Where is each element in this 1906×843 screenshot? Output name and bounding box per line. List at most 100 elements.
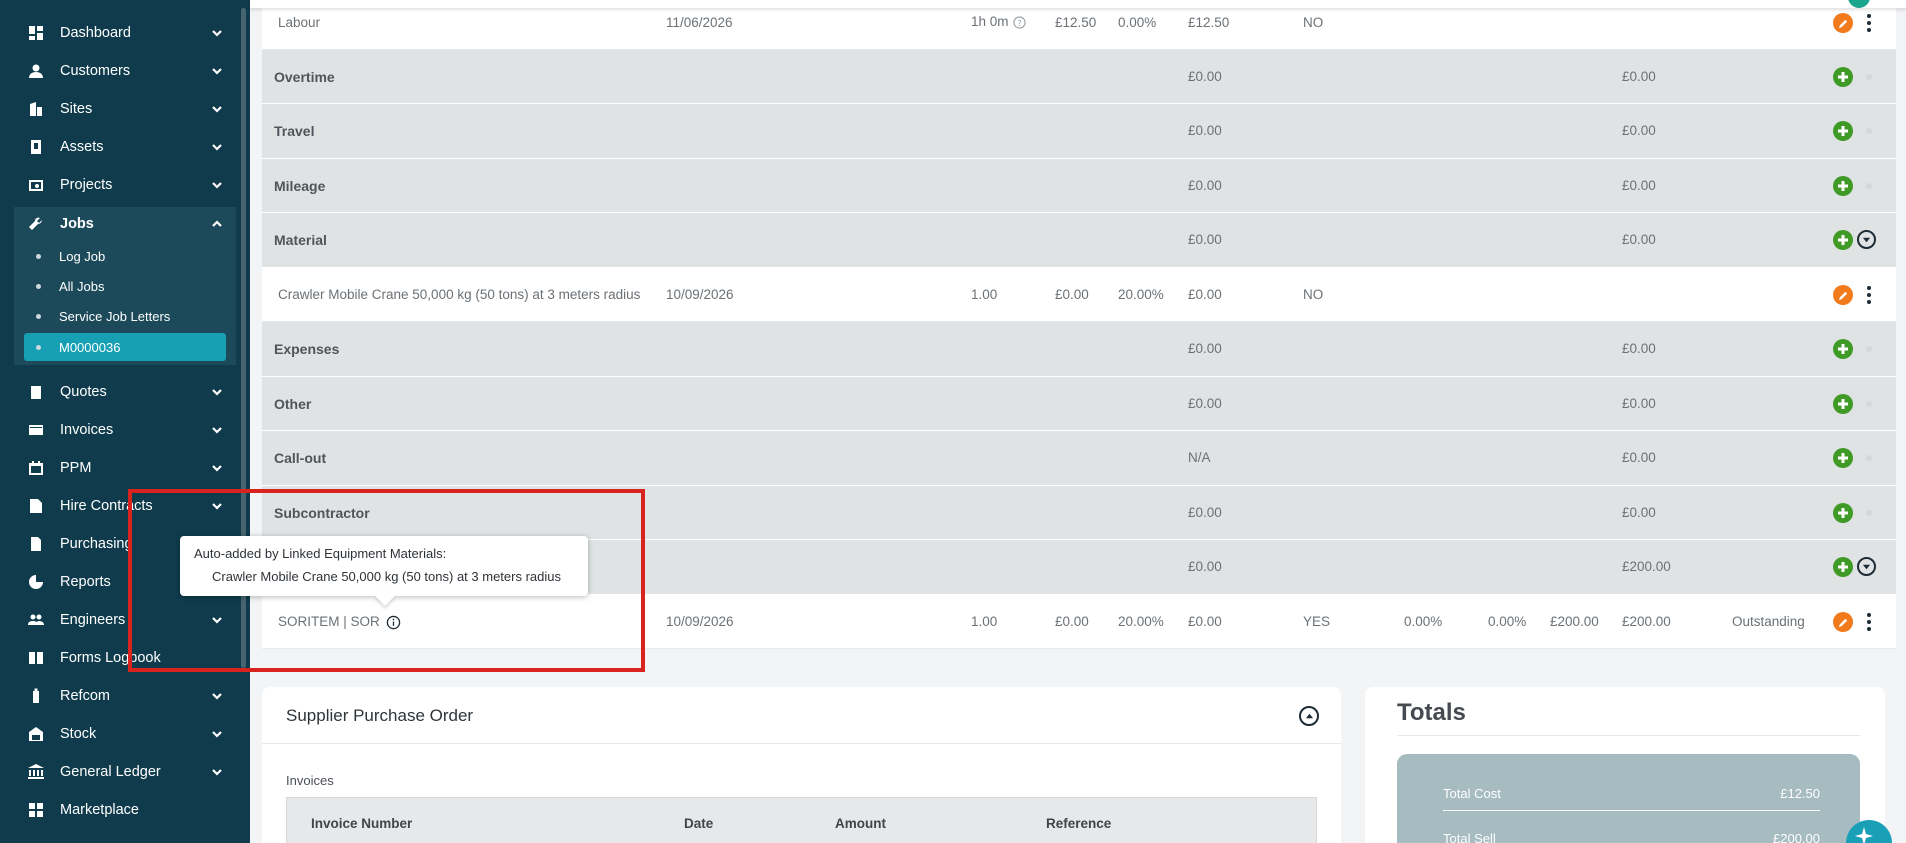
add-button[interactable] (1833, 394, 1853, 414)
row-rate: £0.00 (1055, 614, 1089, 629)
add-button[interactable] (1833, 339, 1853, 359)
row-total: £12.50 (1188, 15, 1230, 30)
row-name-wrap: SORITEM | SOR (278, 614, 401, 630)
add-button[interactable] (1833, 557, 1853, 577)
edit-button[interactable] (1833, 13, 1853, 33)
sidebar-item-customers[interactable]: Customers (14, 54, 236, 88)
dashboard-icon (27, 24, 45, 42)
section-cost: £0.00 (1188, 505, 1222, 520)
section-label: Material (274, 232, 327, 248)
row-name: Labour (278, 15, 321, 30)
sidebar-subitem-log-job[interactable]: Log Job (24, 242, 226, 270)
sidebar-item-label: Jobs (60, 216, 94, 232)
more-options-icon[interactable] (1866, 286, 1872, 304)
section-sell: £0.00 (1622, 69, 1656, 84)
book-icon (27, 649, 45, 667)
add-button[interactable] (1833, 503, 1853, 523)
grid-icon (27, 801, 45, 819)
pie-chart-icon (27, 573, 45, 591)
section-label: Subcontractor (274, 505, 370, 521)
sidebar-item-engineers[interactable]: Engineers (14, 603, 236, 637)
sidebar-item-stock[interactable]: Stock (14, 717, 236, 751)
chevron-down-icon (210, 385, 224, 399)
section-label: Overtime (274, 69, 335, 85)
tooltip-line-2: Crawler Mobile Crane 50,000 kg (50 tons)… (212, 569, 561, 584)
table-row-sor-item: SORITEM | SOR 10/09/2026 1.00 £0.00 20.0… (262, 595, 1896, 649)
sidebar-subitem-all-jobs[interactable]: All Jobs (24, 272, 226, 300)
add-button[interactable] (1833, 448, 1853, 468)
sidebar-item-refcom[interactable]: Refcom (14, 679, 236, 713)
svg-text:?: ? (1017, 18, 1021, 28)
edit-button[interactable] (1833, 285, 1853, 305)
more-options-icon[interactable] (1866, 14, 1872, 32)
edit-button[interactable] (1833, 612, 1853, 632)
column-header: Amount (835, 816, 886, 831)
sidebar-subitem-current-job[interactable]: M0000036 (24, 333, 226, 361)
total-cost-label: Total Cost (1443, 786, 1501, 801)
sidebar-item-quotes[interactable]: Quotes (14, 375, 236, 409)
sidebar-item-hire-contracts[interactable]: Hire Contracts (14, 489, 236, 523)
row-date: 10/09/2026 (666, 614, 734, 629)
sidebar-item-label: Hire Contracts (60, 498, 153, 514)
section-cost: £0.00 (1188, 396, 1222, 411)
section-cost: £0.00 (1188, 123, 1222, 138)
sidebar-item-marketplace[interactable]: Marketplace (14, 793, 236, 827)
sidebar-item-projects[interactable]: Projects (14, 168, 236, 202)
row-qty: 1.00 (971, 614, 998, 629)
sidebar-item-dashboard[interactable]: Dashboard (14, 16, 236, 50)
table-section-mileage: Mileage £0.00 £0.00 (262, 159, 1896, 213)
expand-button[interactable] (1857, 230, 1876, 249)
plus-icon (1838, 181, 1848, 191)
add-button[interactable] (1833, 121, 1853, 141)
sidebar-item-jobs[interactable]: Jobs (14, 207, 236, 241)
sidebar-item-label: Invoices (60, 422, 114, 438)
sidebar-subitem-label: M0000036 (59, 339, 121, 355)
section-cost: N/A (1188, 450, 1211, 465)
warehouse-icon (27, 725, 45, 743)
row-amount-2: £200.00 (1622, 614, 1671, 629)
chevron-down-icon (210, 102, 224, 116)
sidebar-item-invoices[interactable]: Invoices (14, 413, 236, 447)
add-button[interactable] (1833, 67, 1853, 87)
disabled-dot-icon (1866, 74, 1872, 80)
table-section-other: Other £0.00 £0.00 (262, 377, 1896, 431)
info-icon[interactable] (386, 615, 401, 630)
tooltip-line-1: Auto-added by Linked Equipment Materials… (194, 546, 447, 561)
collapse-button[interactable] (1299, 706, 1319, 726)
sidebar-item-forms-logbook[interactable]: Forms Logbook (14, 641, 236, 675)
plus-icon (1838, 453, 1848, 463)
section-label: Expenses (274, 341, 340, 357)
sidebar-item-general-ledger[interactable]: General Ledger (14, 755, 236, 789)
sidebar-item-ppm[interactable]: PPM (14, 451, 236, 485)
table-section-call-out: Call-out N/A £0.00 (262, 431, 1896, 486)
projects-icon (27, 176, 45, 194)
help-icon[interactable]: ? (1012, 16, 1026, 29)
table-section-travel: Travel £0.00 £0.00 (262, 104, 1896, 159)
column-header: Invoice Number (311, 816, 413, 831)
sidebar-item-assets[interactable]: Assets (14, 130, 236, 164)
row-discount: 20.00% (1118, 614, 1164, 629)
sidebar-item-label: PPM (60, 460, 92, 476)
section-cost: £0.00 (1188, 341, 1222, 356)
plus-icon (1838, 344, 1848, 354)
totals-summary: Total Cost £12.50 Total Sell £200.00 (1397, 754, 1860, 843)
document-icon (27, 535, 45, 553)
row-discount: 20.00% (1118, 287, 1164, 302)
sidebar-item-label: Reports (60, 574, 111, 590)
chevron-down-icon (210, 64, 224, 78)
sidebar-item-sites[interactable]: Sites (14, 92, 236, 126)
card-icon (27, 421, 45, 439)
chevron-down-icon (210, 499, 224, 513)
chevron-down-icon (210, 140, 224, 154)
plus-icon (1838, 508, 1848, 518)
chevron-down-icon (210, 689, 224, 703)
expand-button[interactable] (1857, 557, 1876, 576)
more-options-icon[interactable] (1866, 613, 1872, 631)
add-button[interactable] (1833, 230, 1853, 250)
add-button[interactable] (1833, 176, 1853, 196)
plus-icon (1838, 399, 1848, 409)
total-cost-value: £12.50 (1780, 786, 1820, 801)
bullet-icon (36, 313, 41, 319)
sidebar-subitem-service-job-letters[interactable]: Service Job Letters (24, 302, 226, 330)
table-section-overtime: Overtime £0.00 £0.00 (262, 50, 1896, 104)
